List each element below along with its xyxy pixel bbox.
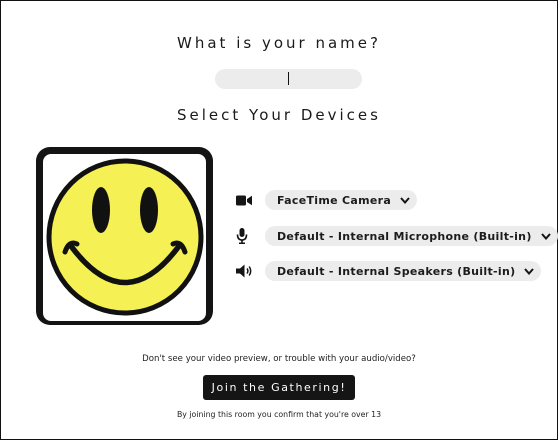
chevron-down-icon	[400, 196, 410, 204]
camera-row: FaceTime Camera	[236, 190, 418, 210]
video-preview	[36, 147, 213, 325]
speaker-icon	[236, 263, 254, 279]
microphone-row: Default - Internal Microphone (Built-in)	[236, 226, 558, 246]
video-camera-icon	[236, 192, 254, 208]
microphone-icon	[236, 228, 254, 244]
camera-select[interactable]: FaceTime Camera	[265, 190, 418, 210]
speaker-select-value: Default - Internal Speakers (Built-in)	[277, 264, 516, 278]
video-preview-image	[43, 154, 206, 321]
join-button[interactable]: Join the Gathering!	[203, 375, 355, 400]
age-disclaimer: By joining this room you confirm that yo…	[176, 410, 382, 419]
camera-select-value: FaceTime Camera	[277, 193, 392, 207]
microphone-select[interactable]: Default - Internal Microphone (Built-in)	[265, 226, 558, 246]
chevron-down-icon	[524, 267, 535, 275]
smiley-face-icon	[46, 158, 204, 316]
speaker-select[interactable]: Default - Internal Speakers (Built-in)	[265, 261, 542, 281]
text-caret	[288, 72, 289, 85]
chevron-down-icon	[540, 232, 551, 240]
devices-heading: Select Your Devices	[177, 106, 381, 124]
microphone-select-value: Default - Internal Microphone (Built-in)	[277, 229, 532, 243]
speaker-row: Default - Internal Speakers (Built-in)	[236, 261, 542, 281]
name-prompt: What is your name?	[177, 34, 381, 52]
av-help-link[interactable]: Don't see your video preview, or trouble…	[0, 354, 558, 364]
